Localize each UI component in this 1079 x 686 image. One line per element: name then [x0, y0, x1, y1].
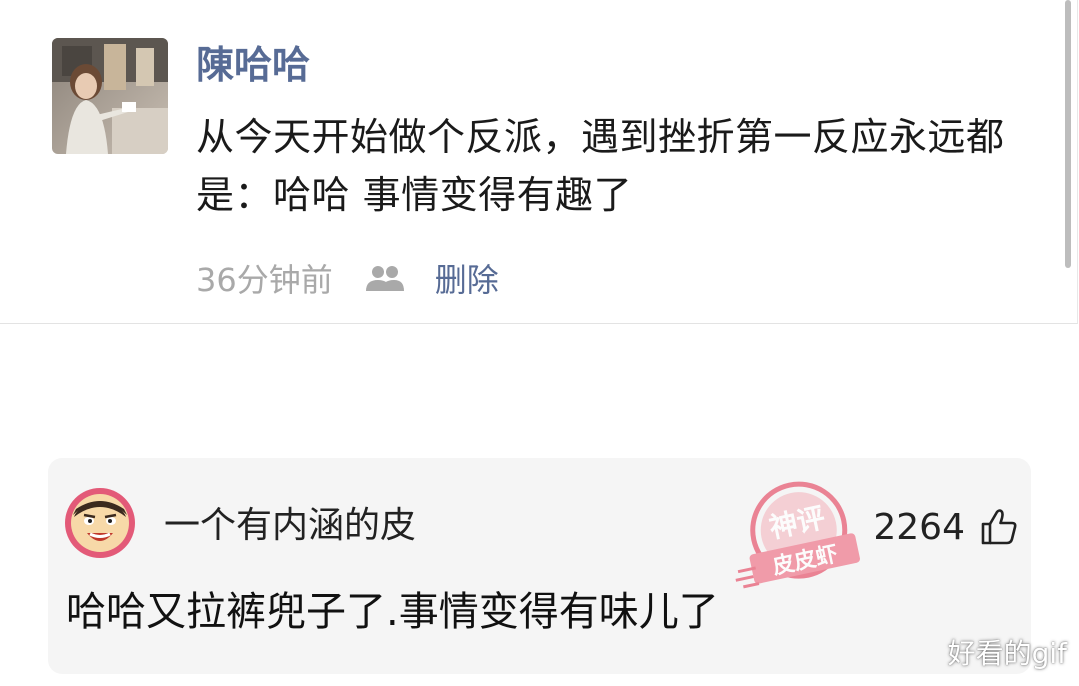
post-text: 从今天开始做个反派，遇到挫折第一反应永远都是：哈哈 事情变得有趣了: [196, 115, 1005, 217]
stamp-badge: 神评 皮皮虾: [735, 481, 860, 589]
scrollbar[interactable]: [1065, 0, 1071, 268]
comment-card: 一个有内涵的皮 神评 皮皮虾 2264 哈哈又拉裤兜子了.事情变得有味儿了: [48, 458, 1031, 674]
thumb-up-icon[interactable]: [979, 507, 1019, 547]
comment-text: 哈哈又拉裤兜子了.事情变得有味儿了: [66, 589, 719, 635]
delete-button[interactable]: 删除: [435, 255, 499, 301]
moment-card: 陳哈哈 从今天开始做个反派，遇到挫折第一反应永远都是：哈哈 事情变得有趣了 36…: [0, 0, 1078, 324]
like-area: 2264: [873, 504, 1019, 550]
friends-icon: [365, 266, 404, 291]
commenter-name[interactable]: 一个有内涵的皮: [164, 504, 416, 548]
commenter-avatar[interactable]: [64, 487, 136, 559]
author-name[interactable]: 陳哈哈: [196, 42, 310, 88]
post-meta: 36分钟前 删除: [196, 256, 499, 300]
like-count: 2264: [873, 506, 965, 548]
watermark: 好看的gif: [947, 637, 1067, 670]
author-avatar[interactable]: [52, 38, 168, 154]
post-time: 36分钟前: [196, 261, 333, 299]
